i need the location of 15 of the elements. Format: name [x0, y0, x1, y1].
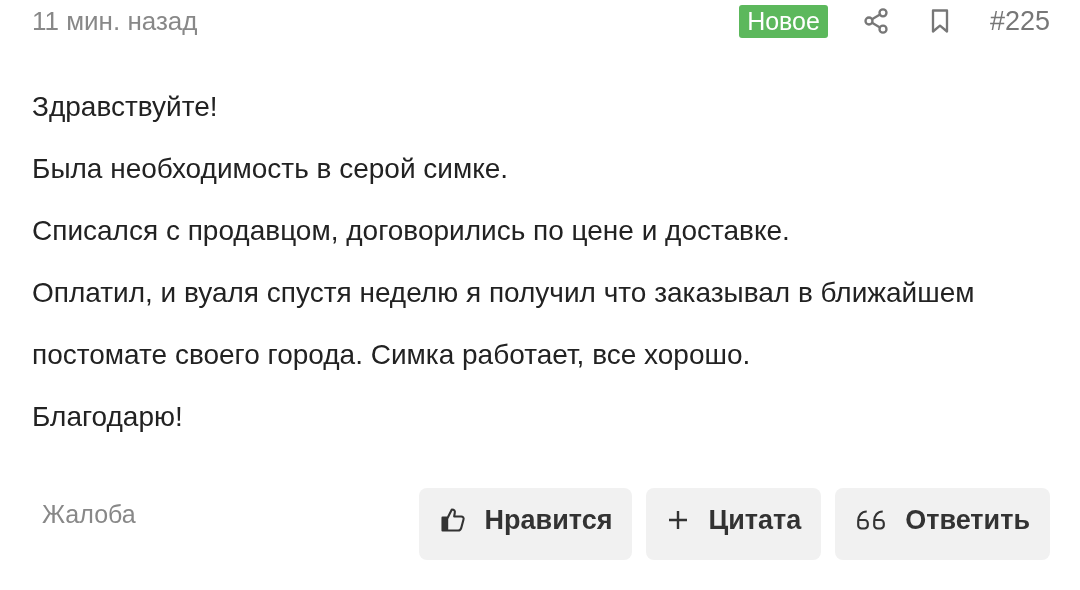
post-time: 11 мин. назад [32, 5, 198, 37]
post-text: Благодарю! [32, 400, 184, 434]
post-number[interactable]: #225 [989, 5, 1050, 37]
reply-button[interactable]: Ответить [835, 488, 1050, 560]
post-text: Списался с продавцом, договорились по цене и доставке. [32, 214, 791, 248]
quote-icon [855, 507, 888, 533]
share-icon[interactable] [861, 7, 890, 35]
quote-button[interactable]: Цитата [646, 488, 822, 560]
like-button[interactable]: Нравится [418, 488, 633, 560]
post-text: Была необходимость в серой симке. [32, 152, 510, 186]
new-badge: Новое [739, 4, 828, 38]
report-link[interactable]: Жалоба [42, 488, 136, 529]
post-text: Здравствуйте! [32, 90, 219, 124]
post-text: Оплатил, и вуаля спустя неделю я получил что заказывал в ближайшем постомате своего города. Симка работает, все хорошо. [32, 276, 976, 372]
thumbs-up-icon [438, 506, 467, 534]
